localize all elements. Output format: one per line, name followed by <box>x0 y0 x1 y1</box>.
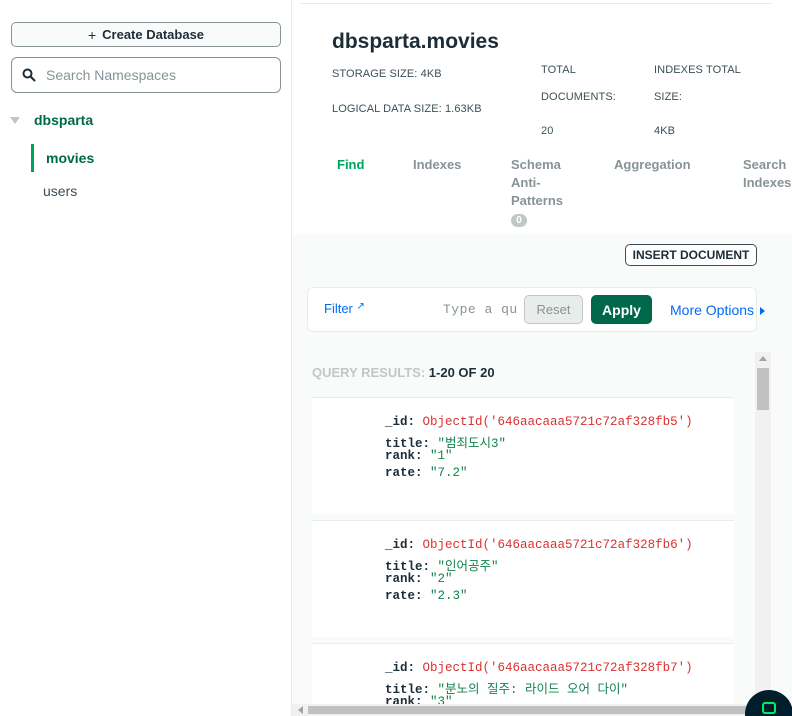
document-card[interactable]: _id: ObjectId('646aacaaa5721c72af328fb6'… <box>312 520 734 637</box>
total-documents-label: DOCUMENTS: <box>541 91 616 103</box>
assistant-icon <box>762 702 776 714</box>
insert-document-button[interactable]: INSERT DOCUMENT <box>625 244 757 266</box>
caret-right-icon <box>760 307 766 316</box>
tab-schema-anti-patterns[interactable]: Schema Anti- Patterns 0 <box>511 156 563 228</box>
field-value: "7.2" <box>430 466 468 480</box>
documents-view: INSERT DOCUMENT Filter ↗ Type a qu Reset… <box>292 234 792 716</box>
field-row: _id: ObjectId('646aacaaa5721c72af328fb6'… <box>385 538 693 552</box>
field-key: _id: <box>385 538 416 552</box>
reset-button[interactable]: Reset <box>524 295 583 324</box>
field-key: rank: <box>385 449 423 463</box>
tab-label: Search <box>743 157 787 172</box>
scroll-thumb[interactable] <box>757 368 769 410</box>
storage-size-stat: STORAGE SIZE: 4KB <box>332 68 442 80</box>
filter-input[interactable]: Type a qu <box>443 302 518 317</box>
database-name: dbsparta <box>34 112 94 128</box>
field-value: ObjectId('646aacaaa5721c72af328fb6') <box>422 538 693 552</box>
field-key: rank: <box>385 572 423 586</box>
search-icon <box>22 68 36 82</box>
more-options-link[interactable]: More Options <box>670 302 766 318</box>
search-namespaces-input[interactable] <box>46 67 266 83</box>
caret-down-icon[interactable] <box>10 116 20 124</box>
query-bar: Filter ↗ Type a qu Reset Apply More Opti… <box>307 287 766 332</box>
indexes-size-label: INDEXES TOTAL <box>654 64 741 76</box>
scroll-left-icon[interactable] <box>298 706 303 714</box>
field-key: rate: <box>385 589 423 603</box>
field-row: rate: "2.3" <box>385 589 468 603</box>
query-results-summary: QUERY RESULTS: 1-20 OF 20 <box>312 365 495 380</box>
field-row: _id: ObjectId('646aacaaa5721c72af328fb5'… <box>385 415 693 429</box>
divider <box>300 3 772 4</box>
main-panel: dbsparta.movies STORAGE SIZE: 4KB LOGICA… <box>292 0 792 716</box>
horizontal-scrollbar[interactable] <box>292 704 762 716</box>
field-row: rank: "1" <box>385 449 453 463</box>
field-value: "1" <box>430 449 453 463</box>
field-key: rate: <box>385 466 423 480</box>
tab-label: Patterns <box>511 193 564 208</box>
field-row: rate: "7.2" <box>385 466 468 480</box>
field-key: rank: <box>385 695 423 704</box>
field-key: _id: <box>385 661 416 675</box>
tab-label: Anti- <box>511 175 541 190</box>
more-options-label: More Options <box>670 302 755 318</box>
total-documents-value: 20 <box>541 125 554 137</box>
collection-label: users <box>43 183 78 199</box>
field-value: ObjectId('646aacaaa5721c72af328fb7') <box>422 661 693 675</box>
field-value: ObjectId('646aacaaa5721c72af328fb5') <box>422 415 693 429</box>
count-badge: 0 <box>511 214 527 227</box>
scroll-thumb[interactable] <box>308 706 748 714</box>
field-key: _id: <box>385 415 416 429</box>
indexes-size-label: SIZE: <box>654 91 683 103</box>
field-row: rank: "3" <box>385 695 453 704</box>
filter-label: Filter <box>324 301 353 316</box>
results-count: 1-20 OF 20 <box>428 365 495 380</box>
tab-find[interactable]: Find <box>337 156 364 174</box>
results-label: QUERY RESULTS: <box>312 365 426 380</box>
create-database-button[interactable]: + Create Database <box>11 22 281 47</box>
vertical-scrollbar[interactable] <box>755 352 771 704</box>
filter-link[interactable]: Filter ↗ <box>324 301 365 316</box>
create-database-label: Create Database <box>102 27 205 42</box>
search-namespaces-field[interactable] <box>11 57 281 93</box>
apply-button[interactable]: Apply <box>591 295 652 324</box>
field-value: "분노의 질주: 라이드 오어 다이" <box>437 683 629 697</box>
external-link-icon: ↗ <box>356 301 365 312</box>
field-value: "3" <box>430 695 453 704</box>
tab-search-indexes[interactable]: Search Indexes <box>743 156 791 192</box>
document-card[interactable]: _id: ObjectId('646aacaaa5721c72af328fb7'… <box>312 643 734 704</box>
scroll-up-icon[interactable] <box>759 356 767 361</box>
field-row: rank: "2" <box>385 572 453 586</box>
collection-item-movies[interactable]: movies <box>31 144 271 172</box>
collection-item-users[interactable]: users <box>31 177 77 205</box>
plus-icon: + <box>87 26 97 43</box>
field-value: "2.3" <box>430 589 468 603</box>
logical-size-stat: LOGICAL DATA SIZE: 1.63KB <box>332 103 482 115</box>
tab-label: Schema <box>511 157 561 172</box>
collection-label: movies <box>46 150 95 166</box>
document-card[interactable]: _id: ObjectId('646aacaaa5721c72af328fb5'… <box>312 397 734 514</box>
field-row: _id: ObjectId('646aacaaa5721c72af328fb7'… <box>385 661 693 675</box>
database-item-dbsparta[interactable]: dbsparta <box>10 112 93 128</box>
tab-aggregation[interactable]: Aggregation <box>614 156 691 174</box>
sidebar: + Create Database dbsparta movies users <box>0 0 292 716</box>
field-value: "2" <box>430 572 453 586</box>
total-documents-label: TOTAL <box>541 64 576 76</box>
tab-label: Indexes <box>743 175 792 190</box>
tab-indexes[interactable]: Indexes <box>413 156 461 174</box>
indexes-size-value: 4KB <box>654 125 676 137</box>
collection-title: dbsparta.movies <box>332 30 499 53</box>
